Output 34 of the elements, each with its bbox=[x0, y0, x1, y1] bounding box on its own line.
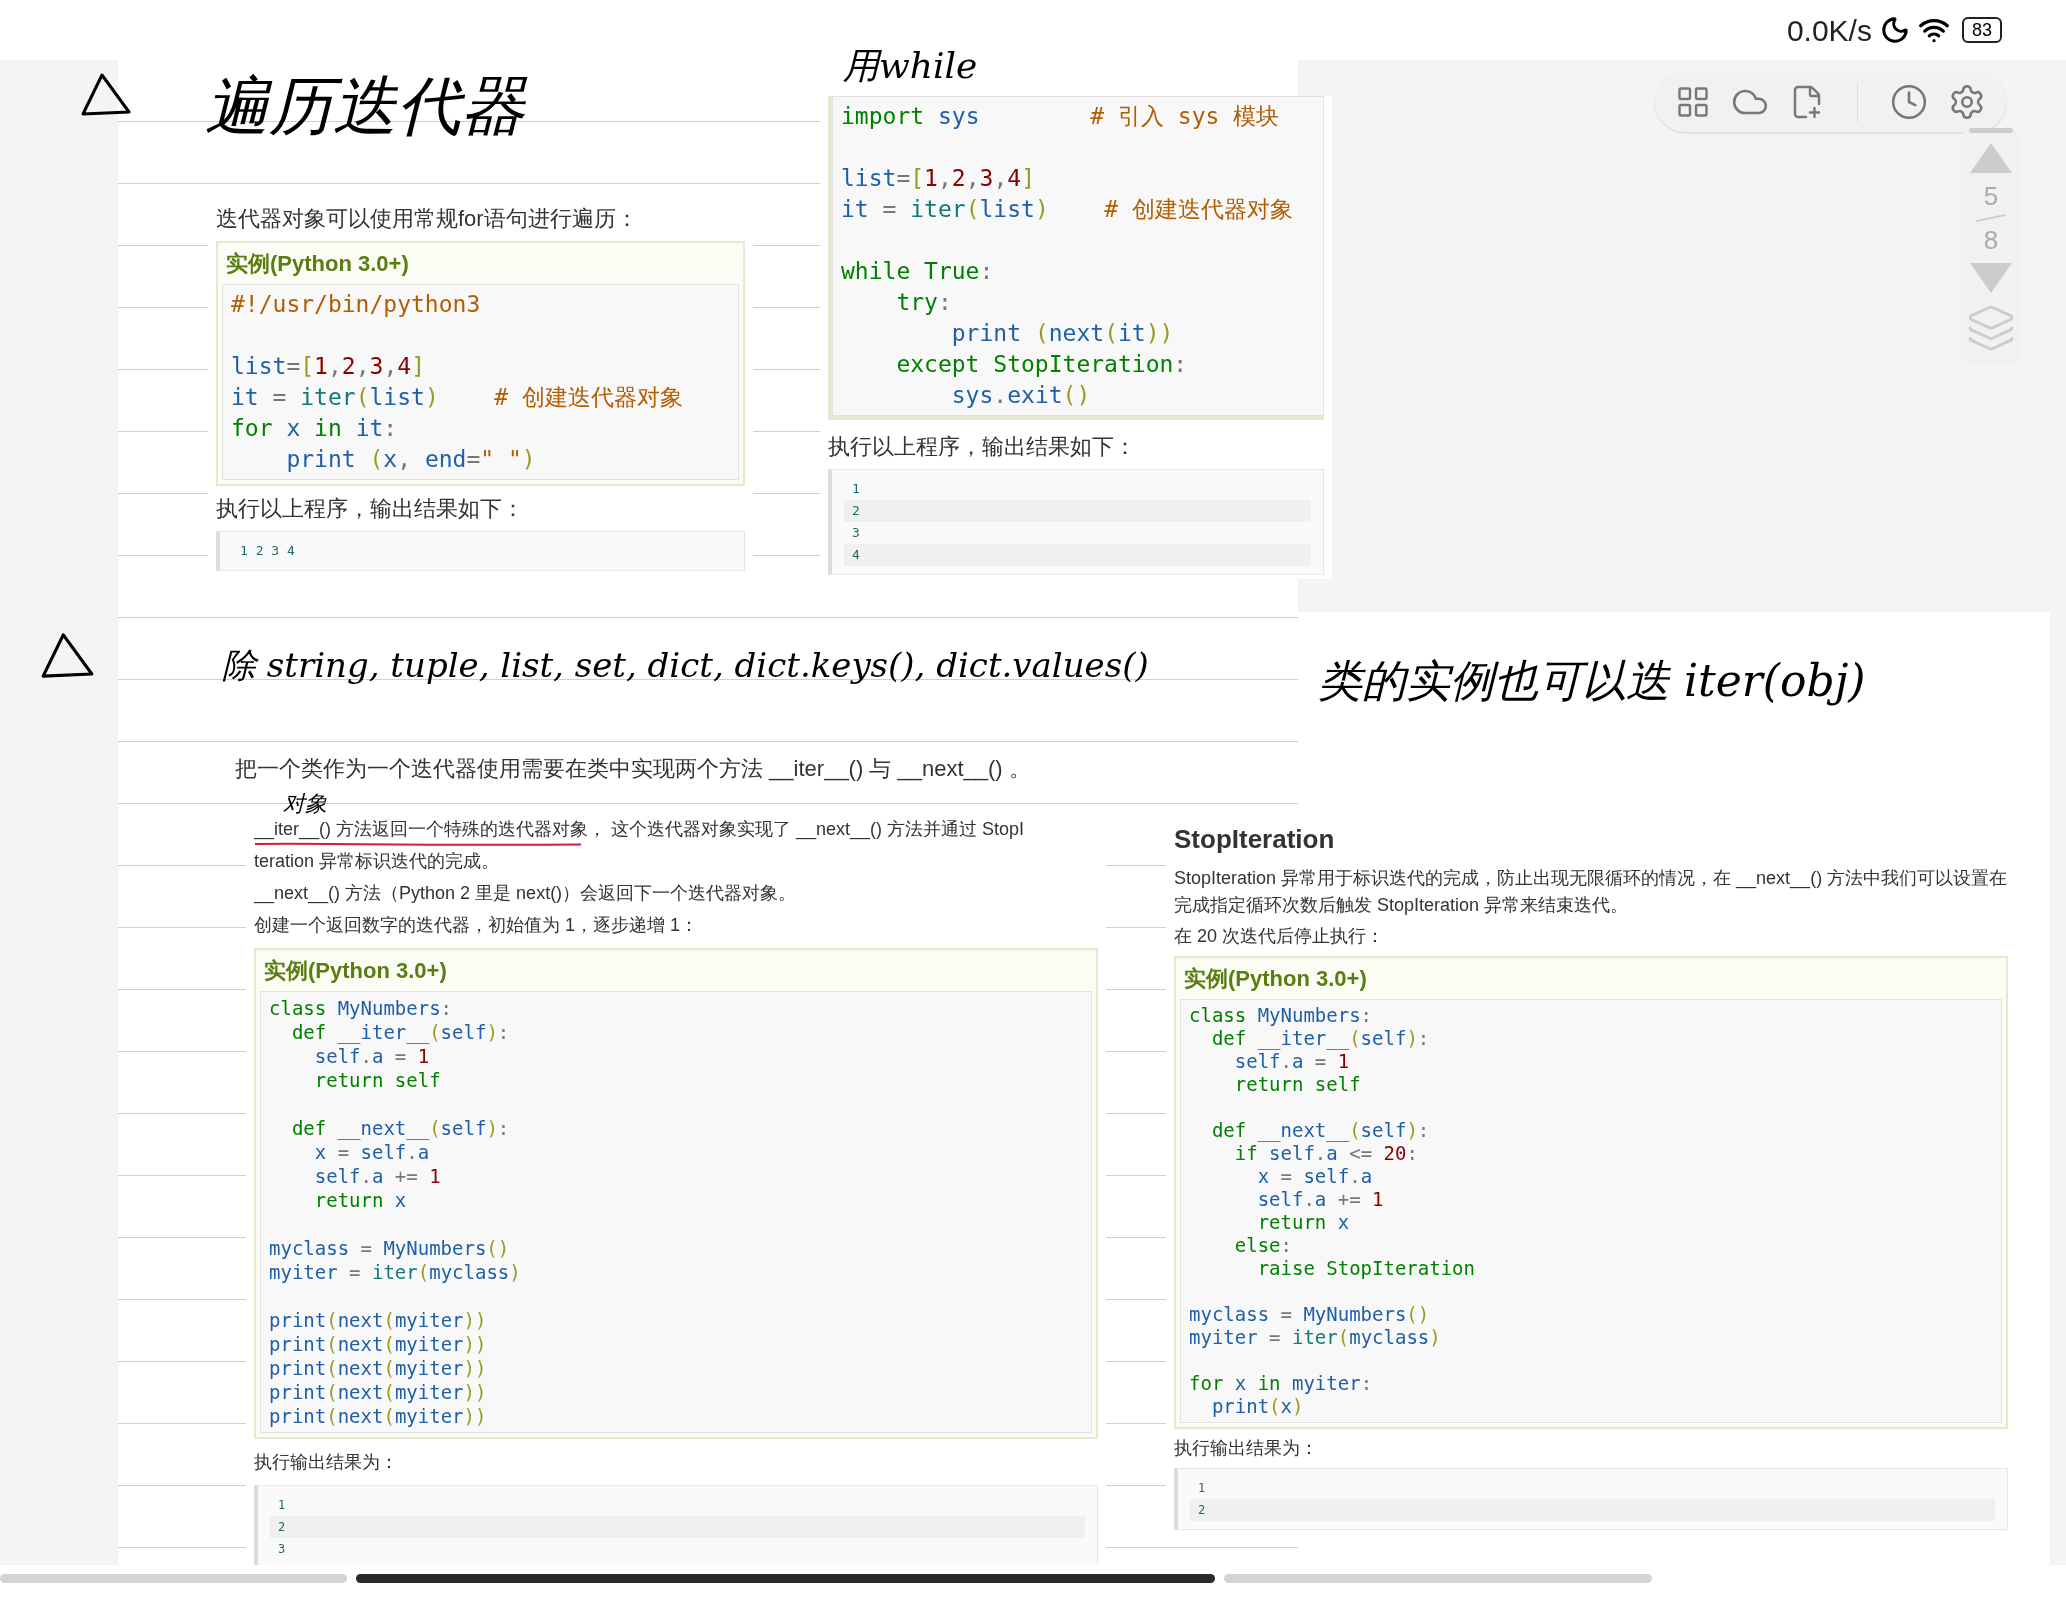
paragraph: __iter__() 方法返回一个特殊的迭代器对象， 这个迭代器对象实现了 __next__() 方法并通过 StopI bbox=[254, 818, 1026, 842]
grid-icon[interactable] bbox=[1675, 84, 1711, 120]
paragraph: 在 20 次迭代后停止执行： bbox=[1174, 925, 1386, 948]
paragraph: __next__() 方法（Python 2 里是 next()）会返回下一个迭代器对象。 bbox=[254, 882, 798, 906]
triangle-drawing bbox=[80, 72, 132, 118]
paragraph: 执行输出结果为： bbox=[1174, 1437, 1319, 1460]
example-title: 实例(Python 3.0+) bbox=[1183, 965, 1368, 993]
handwritten-note: 对象 bbox=[283, 792, 327, 816]
code-block: class MyNumbers: def __iter__(self): self.a = 1 return self def __next__(self): if self.a <= 20: x = self.a self.a += 1 return x else: raise StopIteration myclass = MyNumbers() myiter = iter(myclass) for x in myiter: print(x) bbox=[1180, 999, 2002, 1423]
battery-icon: 83 bbox=[1961, 17, 2002, 43]
paragraph: 执行以上程序，输出结果如下： bbox=[216, 495, 525, 523]
paragraph: 把一个类作为一个迭代器使用需要在类中实现两个方法 __iter__() 与 __next__() 。 bbox=[235, 755, 1032, 783]
paragraph: 创建一个返回数字的迭代器，初始值为 1，逐步递增 1： bbox=[254, 914, 700, 937]
network-speed: 0.0K/s bbox=[1786, 12, 1872, 49]
code-block: class MyNumbers: def __iter__(self): self.a = 1 return self def __next__(self): x = self.a self.a += 1 return x myclass = MyNumbers() myiter = iter(myclass) print(next(myiter)) print(next(myiter)) print(next(myiter)) print(next(myiter)) print(next(myiter)) bbox=[260, 991, 1092, 1433]
moon-icon bbox=[1879, 15, 1910, 45]
handwritten-note: 除 string, tuple, list, set, dict, dict.keys(), dict.values() bbox=[222, 644, 1149, 687]
example-title: 实例(Python 3.0+) bbox=[263, 957, 448, 985]
current-page: 5 bbox=[1983, 183, 1999, 209]
paragraph: 执行输出结果为： bbox=[254, 1451, 399, 1474]
settings-icon[interactable] bbox=[1948, 83, 1986, 121]
handwritten-note: 类的实例也可以迭 iter(obj) bbox=[1318, 654, 1866, 708]
paragraph: StopIteration 异常用于标识迭代的完成，防止出现无限循环的情况，在 __next__() 方法中我们可以设置在完成指定循环次数后触发 StopIteration 异常来结束迭代。 bbox=[1174, 867, 2008, 917]
scrollbar-thumb[interactable] bbox=[356, 1574, 1215, 1583]
paragraph: 执行以上程序，输出结果如下： bbox=[828, 433, 1137, 461]
code-block: #!/usr/bin/python3 list=[1,2,3,4] it = iter(list) # 创建迭代器对象 for x in it: print (x, end=" ") bbox=[222, 284, 739, 480]
code-block: import sys # 引入 sys 模块 list=[1,2,3,4] it = iter(list) # 创建迭代器对象 while True: try: print (next(it)) except StopIteration: sys.exit() bbox=[832, 96, 1324, 416]
example-title: 实例(Python 3.0+) bbox=[225, 250, 410, 278]
handwritten-note: 用while bbox=[843, 44, 978, 88]
paragraph: 迭代器对象可以使用常规for语句进行遍历： bbox=[216, 205, 639, 233]
paragraph: teration 异常标识迭代的完成。 bbox=[254, 850, 501, 873]
section-heading: StopIteration bbox=[1174, 823, 1336, 856]
clock-icon[interactable] bbox=[1890, 83, 1928, 121]
total-pages: 8 bbox=[1983, 227, 1999, 253]
